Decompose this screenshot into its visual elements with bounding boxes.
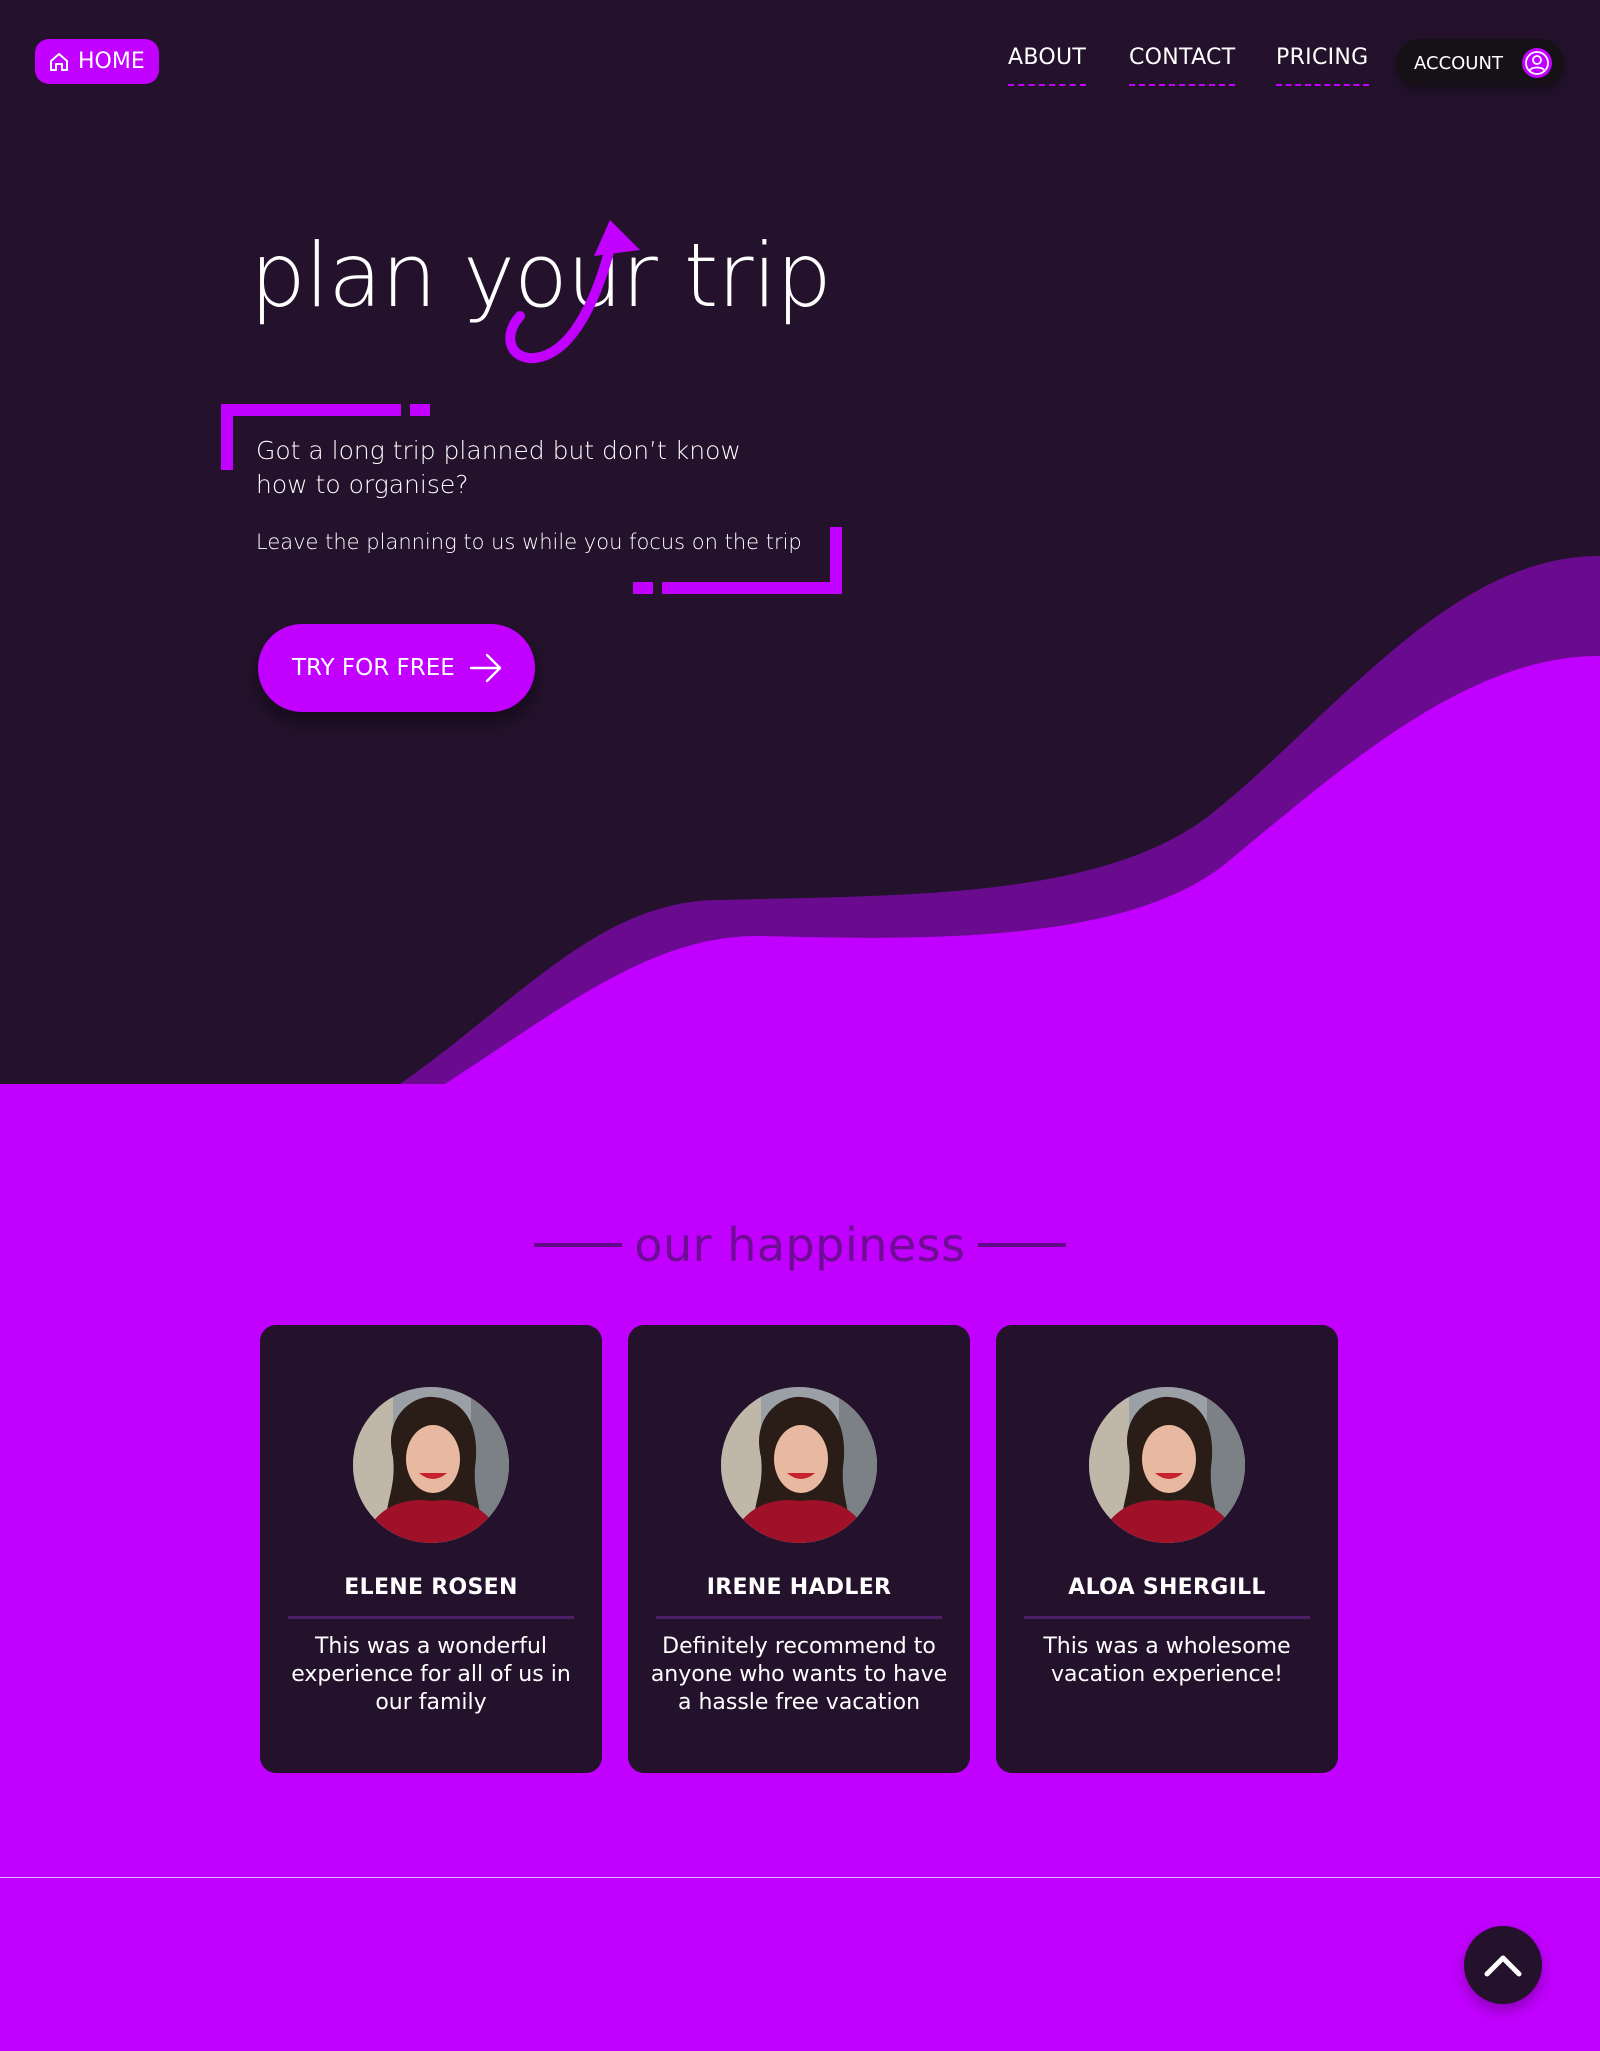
card-divider — [656, 1616, 942, 1619]
testimonials-heading: our happiness — [0, 1218, 1600, 1272]
home-label: HOME — [78, 49, 145, 74]
testimonial-name: ELENE ROSEN — [344, 1575, 518, 1600]
home-icon — [50, 52, 68, 71]
back-to-top-button[interactable] — [1464, 1926, 1542, 2004]
testimonial-name: IRENE HADLER — [706, 1575, 892, 1600]
testimonial-quote: This was a wonderful experience for all … — [291, 1634, 571, 1715]
account-button[interactable]: ACCOUNT — [1396, 39, 1564, 87]
arrow-right-icon — [469, 653, 502, 683]
heading-rule-right — [977, 1243, 1066, 1247]
avatar — [1089, 1387, 1245, 1543]
bracket-bottom-dot — [633, 582, 653, 594]
bracket-bottom-bar — [662, 582, 842, 594]
testimonial-quote: This was a wholesome vacation experience… — [1043, 1634, 1291, 1687]
hero-tagline: Got a long trip planned but don’t know h… — [256, 436, 741, 499]
logo: plan your trip — [250, 210, 832, 380]
footer-divider — [0, 1877, 1600, 1878]
logo-swoosh-icon — [505, 220, 640, 364]
card-divider — [1024, 1616, 1310, 1619]
heading-rule-left — [534, 1243, 623, 1247]
user-icon — [1522, 48, 1552, 78]
nav-link-contact[interactable]: CONTACT — [1129, 45, 1236, 87]
home-button[interactable]: HOME — [35, 39, 159, 84]
try-for-free-label: TRY FOR FREE — [292, 655, 455, 681]
hero-section: HOME ABOUT CONTACT PRICING ACCOUNT plan … — [0, 0, 1600, 1084]
card-divider — [288, 1616, 574, 1619]
bracket-left-bar — [221, 404, 233, 470]
testimonial-quote: Definitely recommend to anyone who wants… — [650, 1634, 948, 1715]
bracket-top-dot — [410, 404, 430, 416]
avatar — [721, 1387, 877, 1543]
testimonials-title: our happiness — [634, 1218, 966, 1272]
nav-link-pricing[interactable]: PRICING — [1276, 45, 1369, 87]
hero-subline: Leave the planning to us while you focus… — [256, 530, 802, 554]
testimonial-name: ALOA SHERGILL — [1068, 1575, 1266, 1600]
bracket-top-bar — [221, 404, 401, 416]
avatar — [353, 1387, 509, 1543]
testimonial-card: ELENE ROSEN This was a wonderful experie… — [260, 1325, 602, 1773]
testimonial-card: ALOA SHERGILL This was a wholesome vacat… — [996, 1325, 1338, 1773]
testimonial-card: IRENE HADLER Definitely recommend to any… — [628, 1325, 970, 1773]
try-for-free-button[interactable]: TRY FOR FREE — [258, 624, 535, 712]
account-label: ACCOUNT — [1414, 52, 1503, 74]
chevron-up-icon — [1484, 1955, 1522, 1977]
nav-link-about[interactable]: ABOUT — [1008, 45, 1087, 87]
